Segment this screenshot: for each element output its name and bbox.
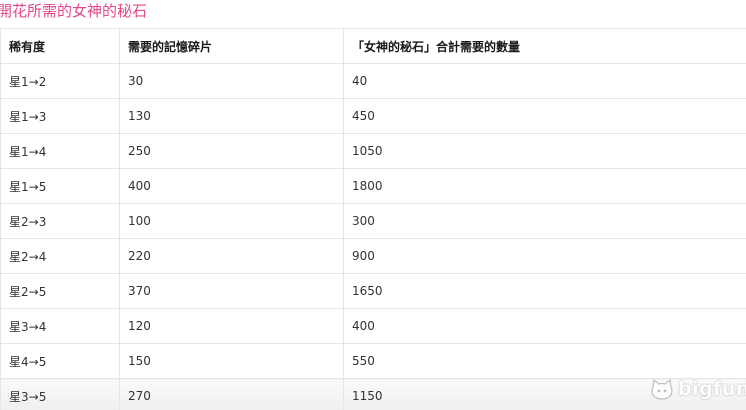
- cell-memory-fragments: 100: [119, 203, 344, 239]
- cell-rarity: 星1→4: [0, 133, 120, 169]
- table-row: 星1→3 130 450: [0, 98, 746, 134]
- cell-goddess-stone-total: 1800: [343, 168, 746, 204]
- cell-goddess-stone-total: 300: [343, 203, 746, 239]
- cell-rarity: 星1→2: [0, 63, 120, 99]
- bigfun-watermark: bigfun: [650, 374, 746, 404]
- table-row: 星4→5 150 550: [0, 343, 746, 379]
- cell-memory-fragments: 130: [119, 98, 344, 134]
- cell-rarity: 星2→3: [0, 203, 120, 239]
- cell-memory-fragments: 250: [119, 133, 344, 169]
- watermark-text: bigfun: [677, 378, 746, 400]
- table-row: 星3→4 120 400: [0, 308, 746, 344]
- section-title: 開花所需的女神的秘石: [0, 2, 148, 20]
- cell-goddess-stone-total: 900: [343, 238, 746, 274]
- table-row: 星2→4 220 900: [0, 238, 746, 274]
- column-header-rarity: 稀有度: [0, 28, 120, 64]
- table-row: 星2→3 100 300: [0, 203, 746, 239]
- cell-goddess-stone-total: 1050: [343, 133, 746, 169]
- cell-rarity: 星4→5: [0, 343, 120, 379]
- table-row: 星1→5 400 1800: [0, 168, 746, 204]
- cell-goddess-stone-total: 400: [343, 308, 746, 344]
- cell-goddess-stone-total: 1650: [343, 273, 746, 309]
- column-header-goddess-stone-total: 「女神的秘石」合計需要的數量: [343, 28, 746, 64]
- table-row: 星3→5 270 1150: [0, 378, 746, 410]
- cell-memory-fragments: 120: [119, 308, 344, 344]
- cell-memory-fragments: 150: [119, 343, 344, 379]
- cell-goddess-stone-total: 40: [343, 63, 746, 99]
- column-header-memory-fragments: 需要的記憶碎片: [119, 28, 344, 64]
- cell-rarity: 星1→5: [0, 168, 120, 204]
- cell-memory-fragments: 270: [119, 378, 344, 410]
- cell-memory-fragments: 220: [119, 238, 344, 274]
- rarity-cost-table: 稀有度 需要的記憶碎片 「女神的秘石」合計需要的數量 星1→2 30 40 星1…: [0, 28, 746, 410]
- cell-goddess-stone-total: 450: [343, 98, 746, 134]
- cell-memory-fragments: 370: [119, 273, 344, 309]
- page: 開花所需的女神的秘石 稀有度 需要的記憶碎片 「女神的秘石」合計需要的數量 星1…: [0, 0, 746, 410]
- table-header-row: 稀有度 需要的記憶碎片 「女神的秘石」合計需要的數量: [0, 28, 746, 64]
- table-row: 星1→4 250 1050: [0, 133, 746, 169]
- cell-memory-fragments: 30: [119, 63, 344, 99]
- bigfun-cat-logo-icon: [651, 378, 673, 400]
- cell-memory-fragments: 400: [119, 168, 344, 204]
- table-row: 星2→5 370 1650: [0, 273, 746, 309]
- cell-rarity: 星3→4: [0, 308, 120, 344]
- cell-rarity: 星1→3: [0, 98, 120, 134]
- table-row: 星1→2 30 40: [0, 63, 746, 99]
- cell-rarity: 星2→4: [0, 238, 120, 274]
- cell-rarity: 星3→5: [0, 378, 120, 410]
- cell-rarity: 星2→5: [0, 273, 120, 309]
